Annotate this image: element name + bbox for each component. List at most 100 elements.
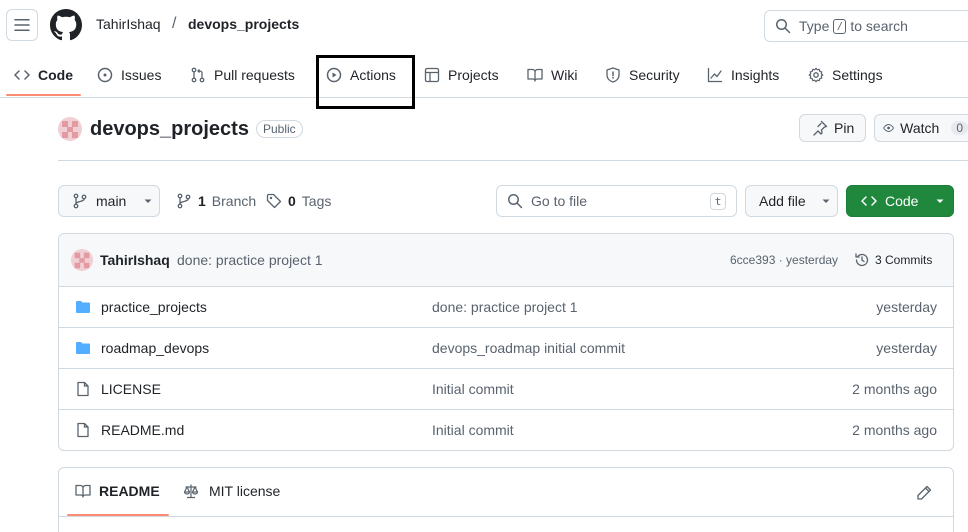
breadcrumb-repo-link[interactable]: devops_projects [188, 16, 299, 32]
visibility-badge: Public [256, 120, 303, 138]
breadcrumb-owner-link[interactable]: TahirIshaq [96, 16, 161, 32]
go-to-file-placeholder: Go to file [531, 193, 588, 209]
menu-button[interactable] [6, 9, 38, 41]
tab-projects[interactable]: Projects [424, 65, 499, 85]
pull-request-icon [191, 67, 205, 83]
search-icon [508, 194, 523, 209]
divider [58, 160, 968, 161]
eye-icon [883, 124, 894, 132]
go-to-file-input[interactable]: Go to file t [496, 185, 737, 217]
selected-tab-underline [6, 94, 81, 96]
table-row[interactable]: LICENSE Initial commit 2 months ago [59, 369, 953, 410]
edit-readme-button[interactable] [916, 485, 932, 501]
folder-icon [76, 342, 90, 354]
table-row[interactable]: roadmap_devops devops_roadmap initial co… [59, 328, 953, 369]
branch-select-button[interactable]: main [58, 185, 160, 217]
book-icon [527, 68, 543, 82]
tag-count-label: Tags [301, 193, 332, 209]
file-icon [77, 422, 89, 438]
code-button[interactable]: Code [846, 185, 954, 217]
book-icon [75, 484, 91, 498]
commits-label: 3 Commits [875, 253, 933, 267]
tab-insights[interactable]: Insights [707, 65, 779, 85]
tab-insights-label: Insights [731, 67, 780, 83]
commit-author[interactable]: TahirIshaq [100, 252, 170, 268]
pin-icon [813, 120, 828, 136]
tab-issues-label: Issues [121, 67, 162, 83]
tag-icon [266, 193, 282, 209]
breadcrumb-separator: / [172, 15, 177, 32]
commit-message[interactable]: done: practice project 1 [177, 252, 323, 268]
tab-readme-label: README [99, 483, 160, 499]
issue-icon [97, 67, 113, 83]
folder-icon [76, 301, 90, 313]
search-prefix-text: Type [799, 18, 830, 34]
code-button-label: Code [885, 193, 919, 209]
file-name-link[interactable]: roadmap_devops [101, 340, 209, 356]
branches-link[interactable]: 1 Branch [176, 193, 256, 209]
file-date: yesterday [876, 299, 937, 315]
chevron-down-icon [822, 199, 830, 203]
highlight-annotation-box [316, 55, 415, 109]
file-commit-message[interactable]: done: practice project 1 [432, 299, 578, 315]
add-file-button[interactable]: Add file [745, 185, 838, 217]
tab-readme[interactable]: README [75, 483, 160, 499]
github-logo-icon[interactable] [50, 9, 82, 41]
branch-count-label: Branch [211, 193, 257, 209]
file-commit-message[interactable]: Initial commit [432, 381, 514, 397]
readme-tabs: README MIT license [59, 468, 953, 517]
commit-meta[interactable]: 6cce393 · yesterday [730, 253, 838, 267]
watch-count: 0 [951, 121, 968, 135]
tab-pull-requests-label: Pull requests [214, 67, 295, 83]
tab-license[interactable]: MIT license [183, 483, 280, 499]
tab-projects-label: Projects [448, 67, 499, 83]
avatar[interactable] [71, 249, 93, 271]
global-search-input[interactable]: Type / to search [764, 10, 968, 42]
code-icon [14, 70, 30, 80]
latest-commit-bar: TahirIshaq done: practice project 1 6cce… [59, 234, 953, 287]
tab-settings-label: Settings [832, 67, 883, 83]
gear-icon [808, 67, 824, 83]
file-name-link[interactable]: practice_projects [101, 299, 207, 315]
global-header: TahirIshaq / devops_projects Type / to s… [0, 0, 968, 52]
avatar[interactable] [58, 117, 82, 141]
file-name-link[interactable]: LICENSE [101, 381, 161, 397]
tags-link[interactable]: 0 Tags [266, 193, 331, 209]
tab-security-label: Security [629, 67, 680, 83]
branch-count: 1 [198, 193, 206, 209]
table-row[interactable]: practice_projects done: practice project… [59, 287, 953, 328]
go-to-file-shortcut: t [710, 193, 726, 210]
search-shortcut-key: / [833, 18, 847, 34]
repo-title[interactable]: devops_projects [90, 118, 249, 141]
file-date: 2 months ago [852, 422, 937, 438]
search-suffix-text: to search [850, 18, 908, 34]
tab-wiki-label: Wiki [551, 67, 578, 83]
tab-wiki[interactable]: Wiki [527, 65, 577, 85]
tag-count: 0 [288, 193, 296, 209]
history-icon [855, 253, 869, 267]
hamburger-icon [14, 19, 30, 31]
table-icon [424, 67, 440, 83]
file-commit-message[interactable]: Initial commit [432, 422, 514, 438]
tab-code[interactable]: Code [14, 65, 73, 85]
file-commit-message[interactable]: devops_roadmap initial commit [432, 340, 625, 356]
file-name-link[interactable]: README.md [101, 422, 184, 438]
graph-icon [707, 67, 723, 83]
pencil-icon [917, 485, 932, 500]
law-icon [183, 484, 199, 499]
chevron-down-icon [144, 199, 152, 203]
tab-pull-requests[interactable]: Pull requests [190, 65, 295, 85]
watch-button[interactable]: Watch 0 [874, 114, 968, 142]
pin-button[interactable]: Pin [799, 114, 866, 142]
tab-issues[interactable]: Issues [97, 65, 161, 85]
tab-security[interactable]: Security [605, 65, 680, 85]
readme-panel: README MIT license [58, 467, 954, 532]
repo-nav-tabs: Code Issues Pull requests Actions Projec… [0, 52, 968, 98]
tab-settings[interactable]: Settings [808, 65, 883, 85]
commits-link[interactable]: 3 Commits [854, 252, 932, 268]
watch-label: Watch [900, 120, 940, 136]
table-row[interactable]: README.md Initial commit 2 months ago [59, 410, 953, 450]
chevron-down-icon [936, 199, 944, 203]
code-icon [861, 196, 877, 206]
file-list: TahirIshaq done: practice project 1 6cce… [58, 233, 954, 451]
